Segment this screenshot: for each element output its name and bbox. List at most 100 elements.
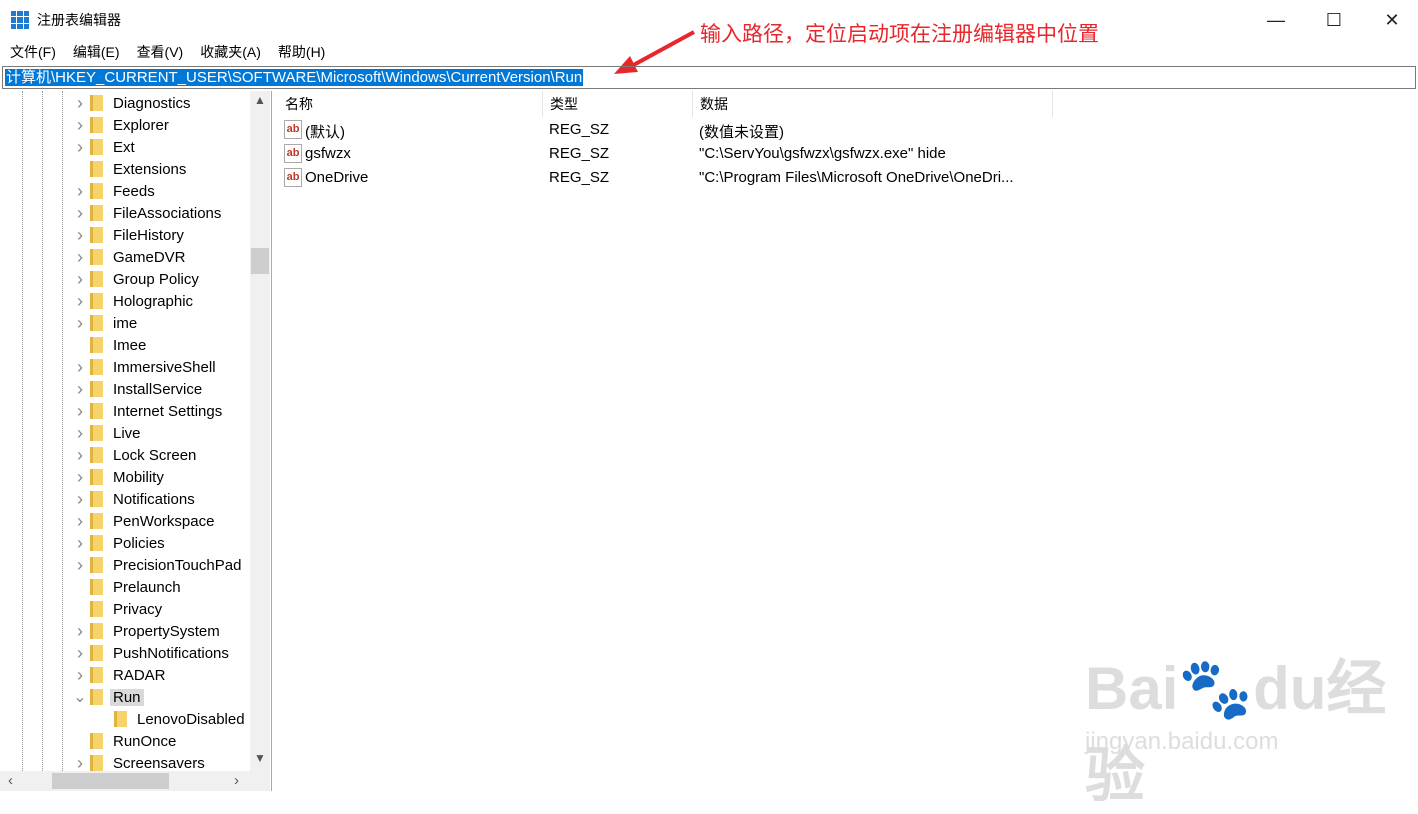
tree-item[interactable]: › Policies (77, 532, 165, 554)
folder-icon (90, 733, 103, 749)
tree-item-label: Prelaunch (113, 578, 181, 596)
chevron-right-icon[interactable]: › (73, 643, 87, 664)
tree-item[interactable]: › ime (77, 312, 137, 334)
tree-item[interactable]: › Explorer (77, 114, 169, 136)
tree-item[interactable]: Prelaunch (90, 576, 181, 598)
baidu-watermark: Bai🐾du经验 (1085, 655, 1387, 809)
tree-item[interactable]: › RADAR (77, 664, 166, 686)
menu-item[interactable]: 文件(F) (0, 42, 63, 62)
folder-icon (90, 381, 103, 397)
chevron-right-icon[interactable]: › (73, 291, 87, 312)
tree-item[interactable]: › PushNotifications (77, 642, 229, 664)
tree-item[interactable]: › Holographic (77, 290, 193, 312)
value-name: OneDrive (305, 169, 369, 186)
scroll-right-icon[interactable]: › (234, 772, 239, 789)
tree-item[interactable]: › PropertySystem (77, 620, 220, 642)
tree-item-label: InstallService (113, 380, 203, 398)
tree-item[interactable]: › InstallService (77, 378, 203, 400)
chevron-right-icon[interactable]: › (73, 445, 87, 466)
value-type: REG_SZ (549, 169, 610, 186)
chevron-right-icon[interactable]: › (73, 269, 87, 290)
scroll-down-icon[interactable]: ▼ (254, 751, 266, 765)
scroll-up-icon[interactable]: ▲ (254, 93, 266, 107)
address-text[interactable]: 计算机\HKEY_CURRENT_USER\SOFTWARE\Microsoft… (5, 69, 584, 86)
tree-item[interactable]: › PrecisionTouchPad (77, 554, 241, 576)
key-tree[interactable]: ▲ ▼ ‹ › › Diagnostics › Explorer › Ext Extensi… (0, 91, 272, 791)
value-row[interactable]: ab OneDrive REG_SZ "C:\Program Files\Micros… (278, 166, 1278, 190)
chevron-right-icon[interactable]: › (73, 357, 87, 378)
chevron-right-icon[interactable]: › (73, 753, 87, 774)
tree-item[interactable]: › Ext (77, 136, 135, 158)
tree-hscroll-thumb[interactable] (52, 773, 169, 789)
tree-item[interactable]: › FileHistory (77, 224, 184, 246)
chevron-right-icon[interactable]: › (73, 203, 87, 224)
folder-icon (90, 447, 103, 463)
tree-item[interactable]: › Notifications (77, 488, 195, 510)
tree-item[interactable]: LenovoDisabled (114, 708, 245, 730)
value-type: REG_SZ (549, 121, 610, 138)
tree-item[interactable]: › ImmersiveShell (77, 356, 216, 378)
chevron-right-icon[interactable]: › (73, 511, 87, 532)
menu-item[interactable]: 查看(V) (127, 42, 191, 62)
tree-item[interactable]: › Lock Screen (77, 444, 196, 466)
tree-item[interactable]: › Feeds (77, 180, 155, 202)
chevron-right-icon[interactable]: › (73, 225, 87, 246)
menu-item[interactable]: 编辑(E) (63, 42, 127, 62)
chevron-right-icon[interactable]: › (73, 467, 87, 488)
tree-item-label: Mobility (113, 468, 164, 486)
chevron-right-icon[interactable]: › (73, 555, 87, 576)
tree-item[interactable]: › Diagnostics (77, 92, 191, 114)
chevron-right-icon[interactable]: › (73, 137, 87, 158)
chevron-right-icon[interactable]: › (73, 93, 87, 114)
tree-item[interactable]: › Screensavers (77, 752, 205, 774)
tree-item[interactable]: › GameDVR (77, 246, 186, 268)
tree-item[interactable]: ⌄ Run (73, 686, 144, 708)
folder-icon (114, 711, 127, 727)
chevron-right-icon[interactable]: › (73, 115, 87, 136)
folder-icon (90, 161, 103, 177)
menu-item[interactable]: 收藏夹(A) (190, 42, 268, 62)
folder-icon (90, 425, 103, 441)
tree-vertical-scrollbar[interactable] (250, 91, 270, 771)
tree-item[interactable]: Extensions (90, 158, 186, 180)
tree-item[interactable]: › Mobility (77, 466, 164, 488)
tree-item[interactable]: Privacy (90, 598, 162, 620)
scroll-left-icon[interactable]: ‹ (8, 772, 13, 789)
tree-item[interactable]: › Group Policy (77, 268, 199, 290)
tree-item[interactable]: › Internet Settings (77, 400, 222, 422)
tree-item-label: GameDVR (113, 248, 186, 266)
column-name[interactable]: 名称 (278, 91, 543, 117)
folder-icon (90, 315, 103, 331)
chevron-right-icon[interactable]: › (73, 533, 87, 554)
chevron-right-icon[interactable]: › (73, 379, 87, 400)
menu-item[interactable]: 帮助(H) (268, 42, 332, 62)
chevron-right-icon[interactable]: › (73, 665, 87, 686)
value-row[interactable]: ab gsfwzx REG_SZ "C:\ServYou\gsfwzx\gsfwzx.… (278, 142, 1278, 166)
chevron-right-icon[interactable]: › (73, 401, 87, 422)
value-row[interactable]: ab (默认) REG_SZ (数值未设置) (278, 118, 1278, 142)
chevron-right-icon[interactable]: › (73, 313, 87, 334)
chevron-down-icon[interactable]: ⌄ (73, 687, 87, 707)
chevron-right-icon[interactable]: › (73, 489, 87, 510)
folder-icon (90, 139, 103, 155)
close-button[interactable]: ✕ (1363, 0, 1418, 40)
tree-item[interactable]: › FileAssociations (77, 202, 221, 224)
tree-item[interactable]: RunOnce (90, 730, 176, 752)
chevron-right-icon[interactable]: › (73, 247, 87, 268)
tree-item[interactable]: Imee (90, 334, 146, 356)
tree-scroll-thumb[interactable] (251, 248, 269, 274)
maximize-button[interactable]: ☐ (1305, 0, 1363, 40)
column-data[interactable]: 数据 (693, 91, 1053, 117)
folder-icon (90, 205, 103, 221)
minimize-button[interactable]: — (1247, 0, 1305, 40)
tree-item[interactable]: › PenWorkspace (77, 510, 214, 532)
folder-icon (90, 403, 103, 419)
tree-item[interactable]: › Live (77, 422, 141, 444)
address-bar[interactable]: 计算机\HKEY_CURRENT_USER\SOFTWARE\Microsoft… (2, 66, 1416, 89)
chevron-right-icon[interactable]: › (73, 181, 87, 202)
column-type[interactable]: 类型 (543, 91, 693, 117)
folder-icon (90, 557, 103, 573)
chevron-right-icon[interactable]: › (73, 621, 87, 642)
chevron-right-icon[interactable]: › (73, 423, 87, 444)
tree-item-label: Group Policy (113, 270, 199, 288)
